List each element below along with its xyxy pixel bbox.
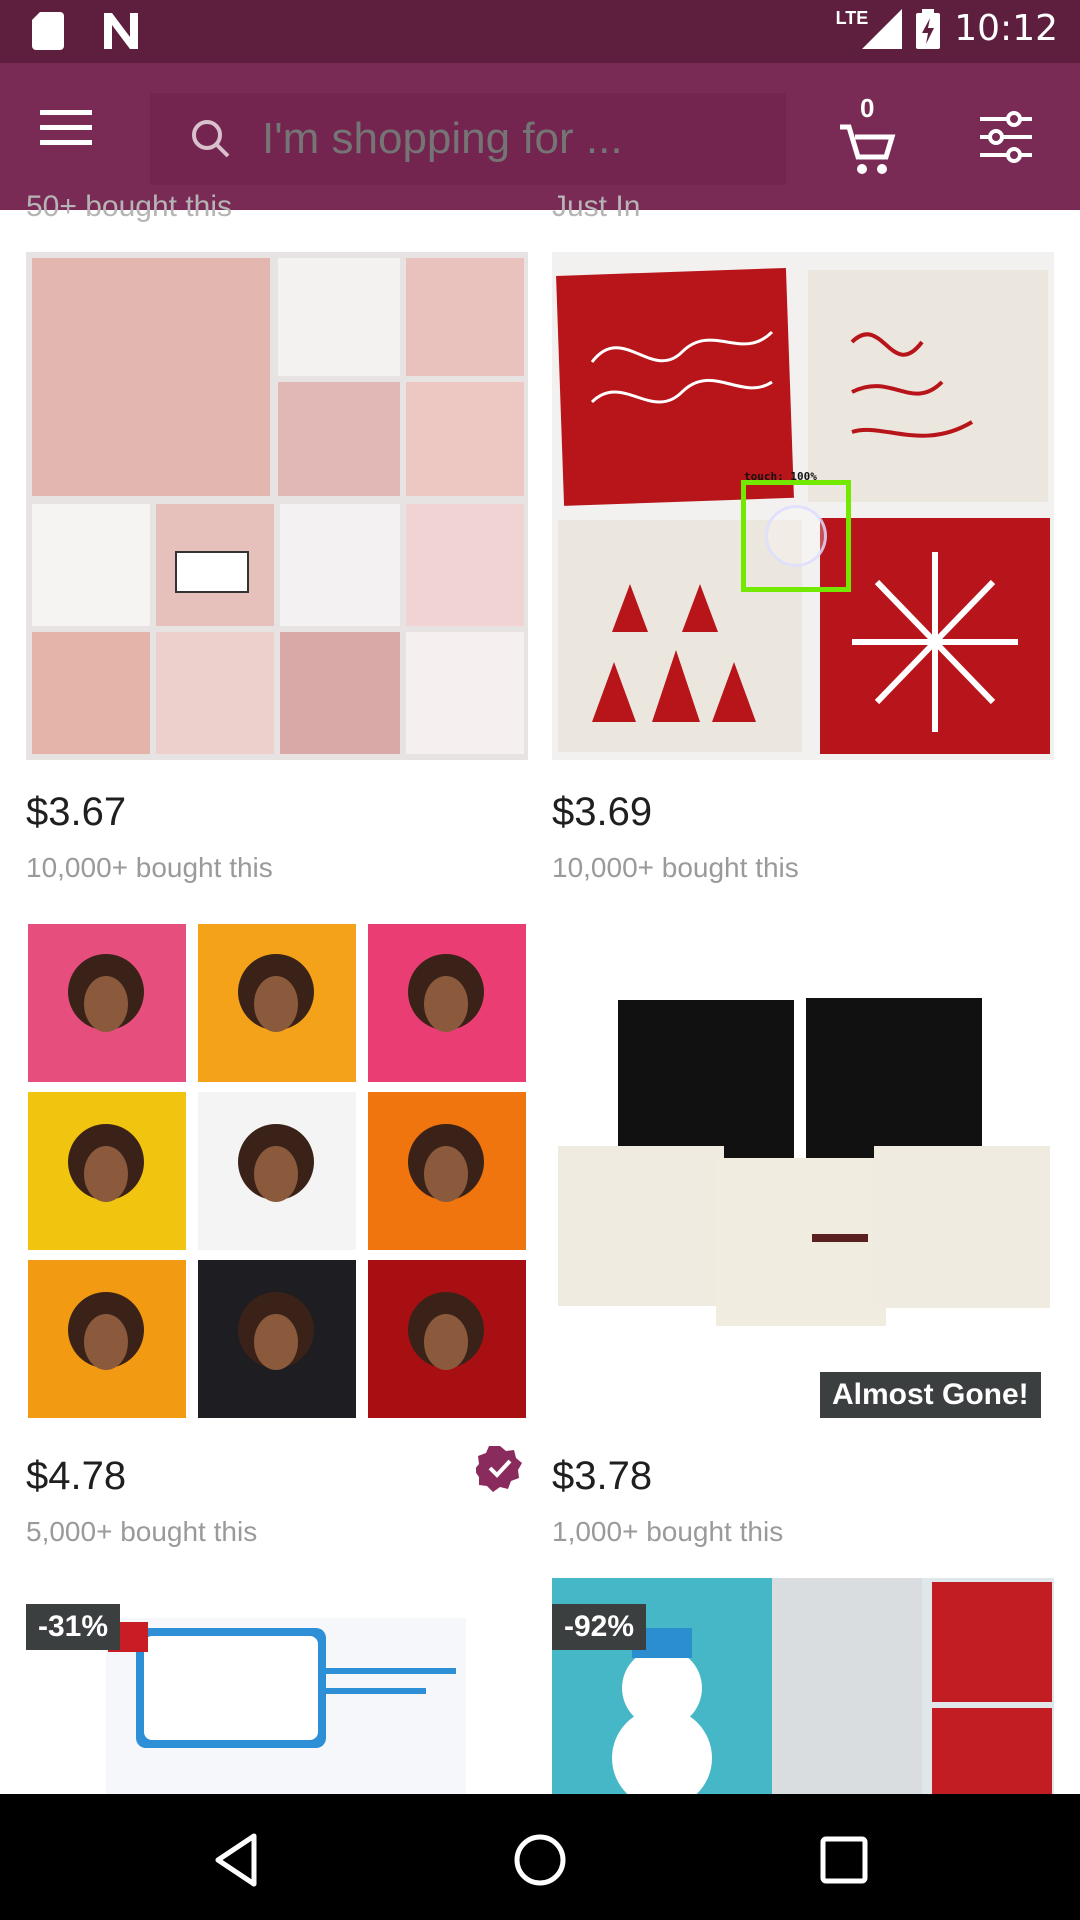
portrait-pillows-image — [28, 924, 526, 1418]
back-triangle-icon — [215, 1833, 257, 1887]
search-input[interactable] — [260, 113, 724, 165]
sd-card-icon — [32, 12, 64, 50]
network-type: LTE — [835, 8, 869, 28]
cart-count: 0 — [860, 93, 875, 123]
system-nav-bar — [0, 1794, 1080, 1920]
filter-button[interactable] — [980, 111, 1032, 163]
product-price: $3.78 — [552, 1454, 653, 1498]
search-icon — [192, 120, 230, 158]
home-circle-icon — [514, 1834, 566, 1886]
app-toolbar: 0 — [0, 63, 1080, 210]
hamburger-menu-icon — [40, 110, 92, 145]
clock: 10:12 — [954, 8, 1058, 49]
recents-square-icon — [820, 1836, 868, 1884]
product-sold-count: 10,000+ bought this — [552, 852, 799, 883]
touch-point — [765, 505, 827, 567]
menu-button[interactable] — [40, 108, 100, 164]
signal-icon — [862, 8, 903, 49]
product-image[interactable]: Almost Gone! — [552, 922, 1054, 1422]
cart-button[interactable]: 0 — [838, 93, 902, 183]
verified-badge-icon — [476, 1446, 522, 1492]
product-price: $3.67 — [26, 790, 127, 834]
battery-charging-icon — [916, 8, 941, 49]
product-image[interactable]: -31% — [26, 1578, 528, 1794]
recents-button[interactable] — [814, 1830, 874, 1890]
home-button[interactable] — [510, 1830, 570, 1890]
product-image[interactable] — [26, 922, 528, 1422]
product-price: $3.69 — [552, 790, 653, 834]
product-sold-count: 10,000+ bought this — [26, 852, 273, 883]
almost-gone-badge: Almost Gone! — [820, 1372, 1041, 1418]
previous-row-caption-right: Just In — [552, 190, 641, 223]
product-sold-count: 5,000+ bought this — [26, 1516, 258, 1547]
product-image[interactable] — [26, 252, 528, 760]
discount-badge: -31% — [26, 1604, 121, 1650]
product-image[interactable]: -92% — [552, 1578, 1054, 1794]
n-notification-icon — [104, 13, 138, 49]
product-sold-count: 1,000+ bought this — [552, 1516, 784, 1547]
search-bar[interactable] — [150, 93, 786, 185]
back-button[interactable] — [208, 1830, 268, 1890]
discount-badge: -92% — [552, 1604, 647, 1650]
shopping-cart-icon — [840, 124, 896, 174]
previous-row-caption: 50+ bought this — [26, 190, 233, 223]
product-price: $4.78 — [26, 1454, 127, 1498]
filter-sliders-icon — [980, 111, 1032, 163]
champagne-pillows-image — [558, 998, 1050, 1326]
status-bar: LTE 10:12 — [0, 0, 1080, 63]
pink-pillows-image — [32, 258, 524, 754]
